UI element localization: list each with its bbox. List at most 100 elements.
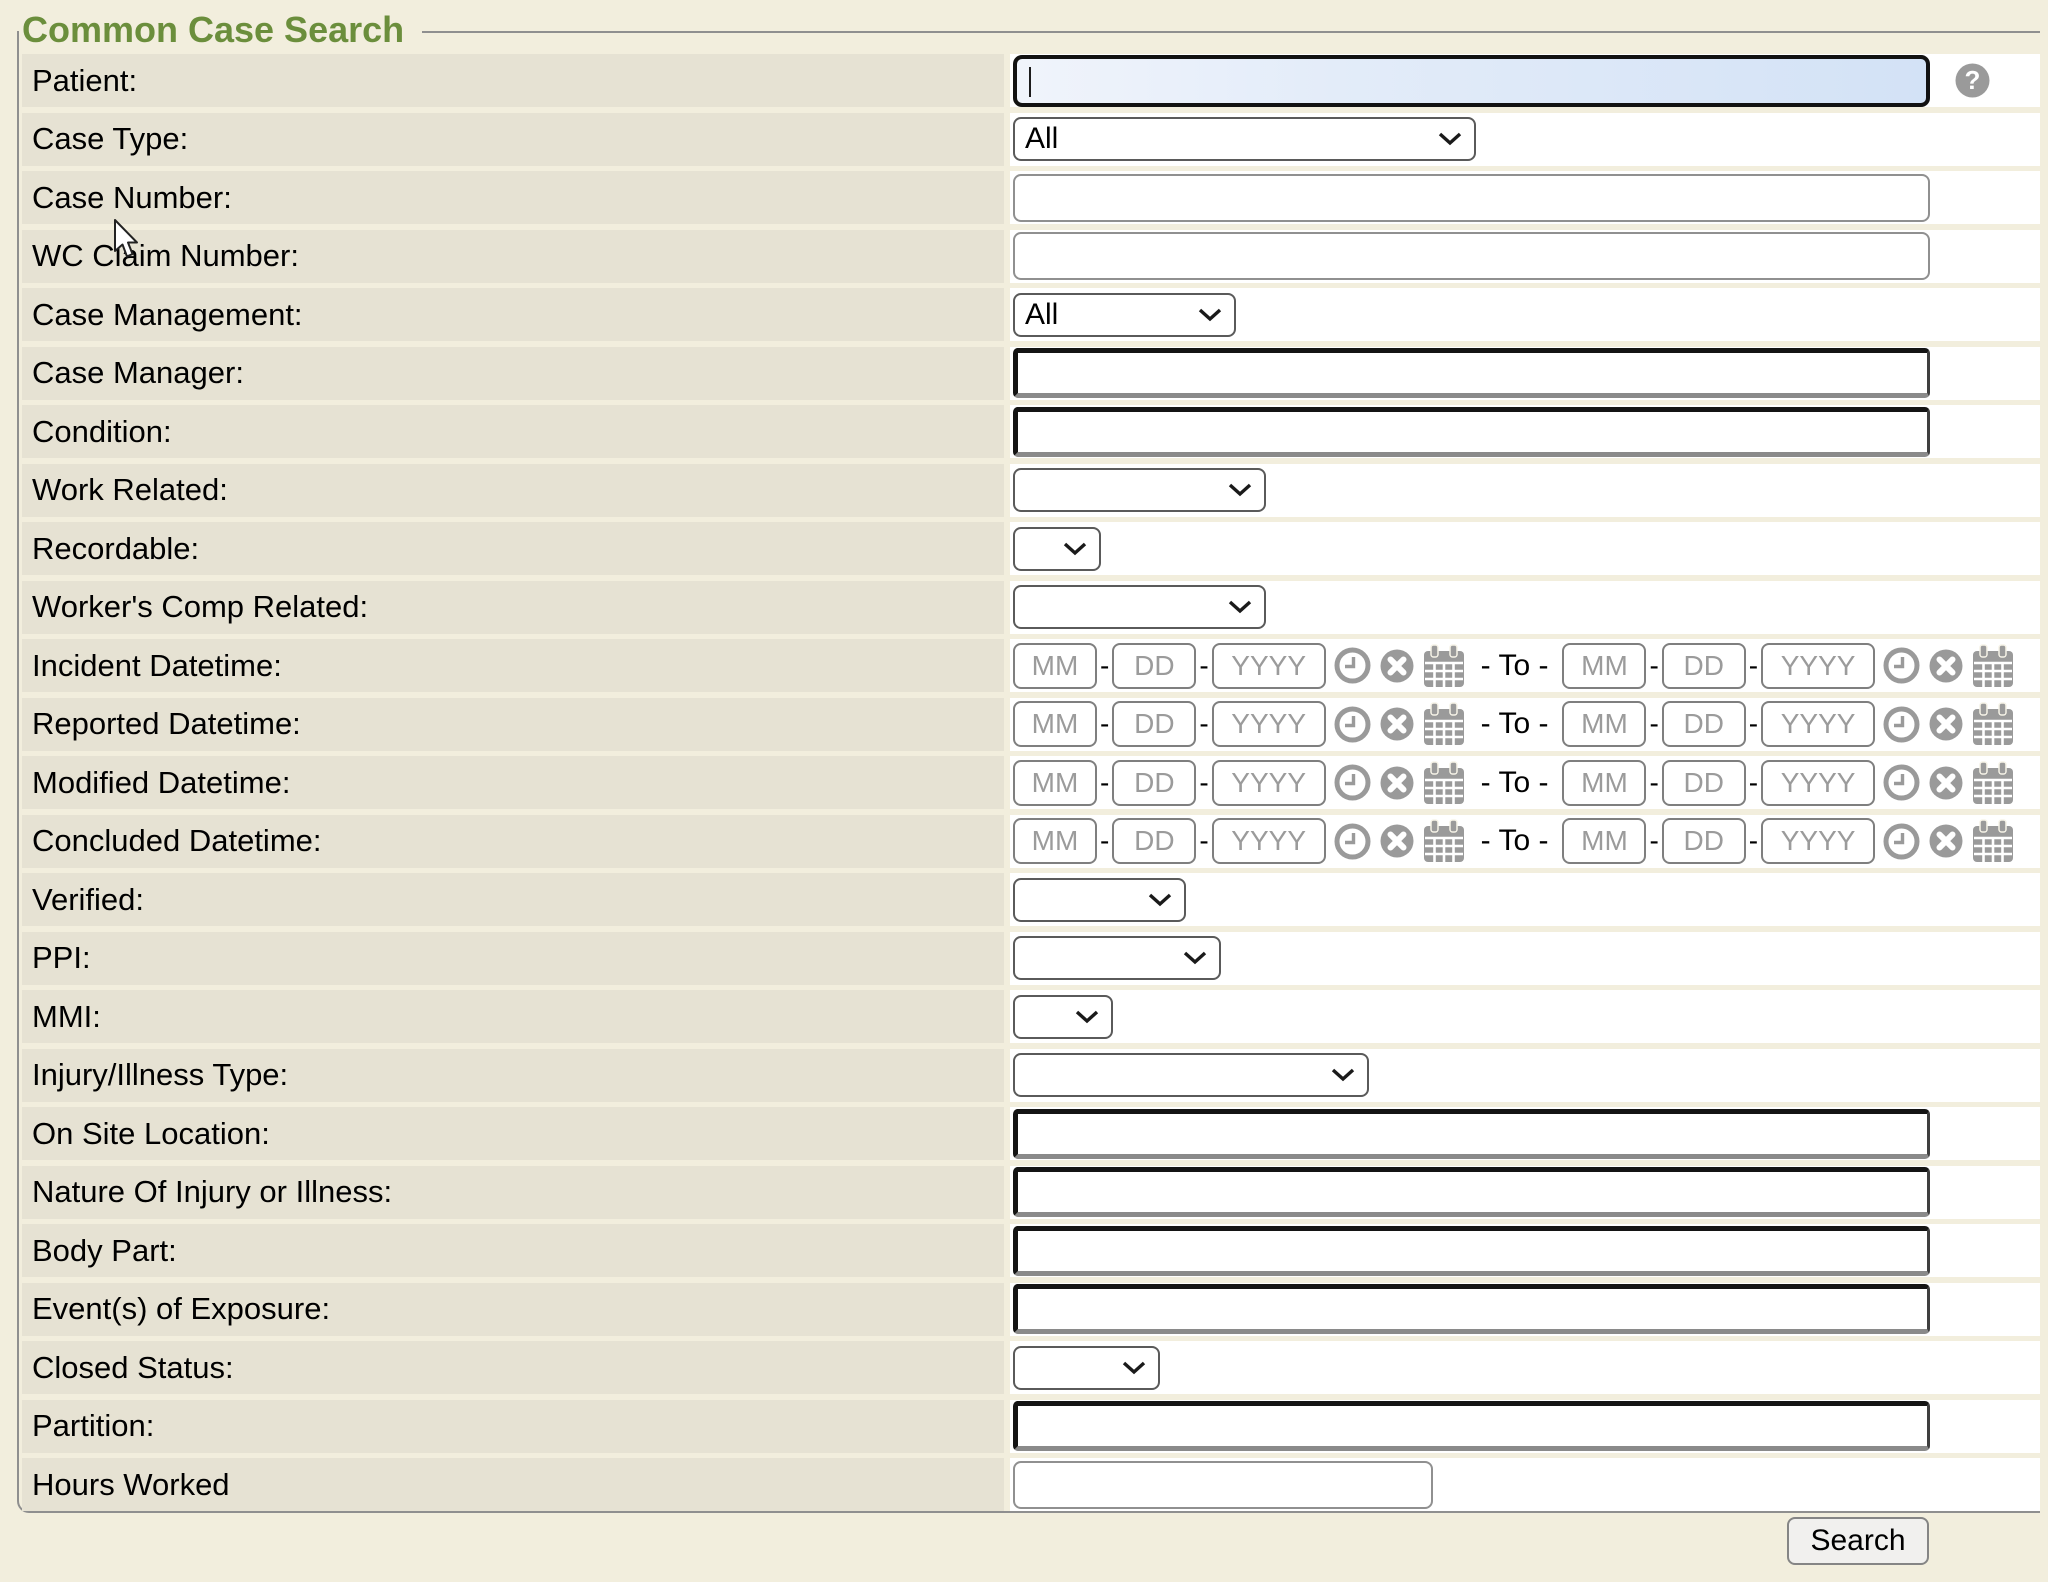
incident-datetime-to-calendar-icon[interactable]	[1972, 644, 2014, 688]
help-icon[interactable]: ?	[1954, 62, 1991, 99]
input-cell-case-type: All	[1010, 113, 2040, 166]
modified-datetime-from-calendar-icon[interactable]	[1423, 761, 1465, 805]
case-number-input[interactable]	[1013, 174, 1930, 222]
input-cell-modified-datetime: --- To ---	[1010, 756, 2040, 809]
incident-datetime-from-month-input[interactable]	[1013, 643, 1097, 689]
reported-datetime-from-day-input[interactable]	[1112, 701, 1196, 747]
reported-datetime-from-clock-icon[interactable]	[1334, 706, 1371, 743]
verified-select[interactable]	[1013, 878, 1186, 922]
input-cell-event-s-of-exposure	[1010, 1283, 2040, 1336]
recordable-select[interactable]	[1013, 527, 1101, 571]
event-s-of-exposure-input[interactable]	[1013, 1284, 1930, 1334]
incident-datetime-from-clock-icon[interactable]	[1334, 647, 1371, 684]
work-related-select[interactable]	[1013, 468, 1266, 512]
case-management-select[interactable]: All	[1013, 293, 1236, 337]
mmi-select[interactable]	[1013, 995, 1113, 1039]
row-label-reported-datetime: Reported Datetime:	[32, 706, 301, 742]
row-label-condition: Condition:	[32, 414, 172, 450]
body-part-input[interactable]	[1013, 1226, 1930, 1276]
row-wc-claim-number: WC Claim Number:	[22, 230, 2040, 283]
dash-separator: -	[1100, 767, 1109, 799]
search-button[interactable]: Search	[1787, 1517, 1929, 1565]
concluded-datetime-from-clear-icon[interactable]	[1379, 823, 1415, 859]
input-cell-hours-worked	[1010, 1458, 2040, 1511]
incident-datetime-from-day-input[interactable]	[1112, 643, 1196, 689]
row-label-case-manager: Case Manager:	[32, 355, 244, 391]
reported-datetime-to-day-input[interactable]	[1662, 701, 1746, 747]
row-label-concluded-datetime: Concluded Datetime:	[32, 823, 322, 859]
row-label-injury-illness-type: Injury/Illness Type:	[32, 1057, 288, 1093]
reported-datetime-to-month-input[interactable]	[1562, 701, 1646, 747]
concluded-datetime-from-year-input[interactable]	[1212, 818, 1326, 864]
ppi-select[interactable]	[1013, 936, 1221, 980]
concluded-datetime-to-clear-icon[interactable]	[1928, 823, 1964, 859]
incident-datetime-to-day-input[interactable]	[1662, 643, 1746, 689]
modified-datetime-to-day-input[interactable]	[1662, 760, 1746, 806]
concluded-datetime-to-day-input[interactable]	[1662, 818, 1746, 864]
reported-datetime-from-month-input[interactable]	[1013, 701, 1097, 747]
on-site-location-input[interactable]	[1013, 1109, 1930, 1159]
reported-datetime-to-clear-icon[interactable]	[1928, 706, 1964, 742]
incident-datetime-range-separator: - To -	[1481, 649, 1549, 683]
dash-separator: -	[1199, 708, 1208, 740]
incident-datetime-from-year-input[interactable]	[1212, 643, 1326, 689]
chevron-down-icon	[1063, 542, 1087, 556]
condition-input[interactable]	[1013, 407, 1930, 457]
wc-claim-number-input[interactable]	[1013, 232, 1930, 280]
label-cell-patient: Patient:	[22, 54, 1004, 107]
reported-datetime-from-calendar-icon[interactable]	[1423, 702, 1465, 746]
modified-datetime-to-month-input[interactable]	[1562, 760, 1646, 806]
concluded-datetime-from-month-input[interactable]	[1013, 818, 1097, 864]
reported-datetime-to-calendar-icon[interactable]	[1972, 702, 2014, 746]
incident-datetime-from-calendar-icon[interactable]	[1423, 644, 1465, 688]
concluded-datetime-from-clock-icon[interactable]	[1334, 823, 1371, 860]
concluded-datetime-to-calendar-icon[interactable]	[1972, 819, 2014, 863]
injury-illness-type-select[interactable]	[1013, 1053, 1369, 1097]
dash-separator: -	[1749, 708, 1758, 740]
patient-input[interactable]	[1013, 55, 1930, 107]
row-label-work-related: Work Related:	[32, 472, 228, 508]
label-cell-case-type: Case Type:	[22, 113, 1004, 166]
case-manager-input[interactable]	[1013, 348, 1930, 398]
reported-datetime-range-separator: - To -	[1481, 707, 1549, 741]
hours-worked-input[interactable]	[1013, 1461, 1433, 1509]
partition-input[interactable]	[1013, 1401, 1930, 1451]
worker-s-comp-related-select[interactable]	[1013, 585, 1266, 629]
row-closed-status: Closed Status:	[22, 1341, 2040, 1394]
input-cell-verified	[1010, 873, 2040, 926]
modified-datetime-from-year-input[interactable]	[1212, 760, 1326, 806]
modified-datetime-from-clock-icon[interactable]	[1334, 764, 1371, 801]
modified-datetime-to-clear-icon[interactable]	[1928, 765, 1964, 801]
concluded-datetime-to-clock-icon[interactable]	[1883, 823, 1920, 860]
row-label-patient: Patient:	[32, 63, 137, 99]
modified-datetime-from-month-input[interactable]	[1013, 760, 1097, 806]
reported-datetime-from-year-input[interactable]	[1212, 701, 1326, 747]
label-cell-work-related: Work Related:	[22, 464, 1004, 517]
modified-datetime-to-year-input[interactable]	[1761, 760, 1875, 806]
concluded-datetime-to-month-input[interactable]	[1562, 818, 1646, 864]
dash-separator: -	[1649, 767, 1658, 799]
case-type-select[interactable]: All	[1013, 117, 1476, 161]
modified-datetime-to-calendar-icon[interactable]	[1972, 761, 2014, 805]
row-label-mmi: MMI:	[32, 999, 101, 1035]
label-cell-body-part: Body Part:	[22, 1224, 1004, 1277]
reported-datetime-from-clear-icon[interactable]	[1379, 706, 1415, 742]
modified-datetime-from-day-input[interactable]	[1112, 760, 1196, 806]
nature-of-injury-or-illness-input[interactable]	[1013, 1167, 1930, 1217]
modified-datetime-to-clock-icon[interactable]	[1883, 764, 1920, 801]
closed-status-select[interactable]	[1013, 1346, 1160, 1390]
dash-separator: -	[1649, 825, 1658, 857]
incident-datetime-to-month-input[interactable]	[1562, 643, 1646, 689]
incident-datetime-from-clear-icon[interactable]	[1379, 648, 1415, 684]
modified-datetime-from-clear-icon[interactable]	[1379, 765, 1415, 801]
incident-datetime-to-clock-icon[interactable]	[1883, 647, 1920, 684]
reported-datetime-to-year-input[interactable]	[1761, 701, 1875, 747]
concluded-datetime-from-day-input[interactable]	[1112, 818, 1196, 864]
incident-datetime-to-year-input[interactable]	[1761, 643, 1875, 689]
incident-datetime-to-clear-icon[interactable]	[1928, 648, 1964, 684]
page-title: Common Case Search	[22, 9, 404, 50]
concluded-datetime-from-calendar-icon[interactable]	[1423, 819, 1465, 863]
reported-datetime-to-clock-icon[interactable]	[1883, 706, 1920, 743]
concluded-datetime-to-year-input[interactable]	[1761, 818, 1875, 864]
row-modified-datetime: Modified Datetime:--- To ---	[22, 756, 2040, 809]
